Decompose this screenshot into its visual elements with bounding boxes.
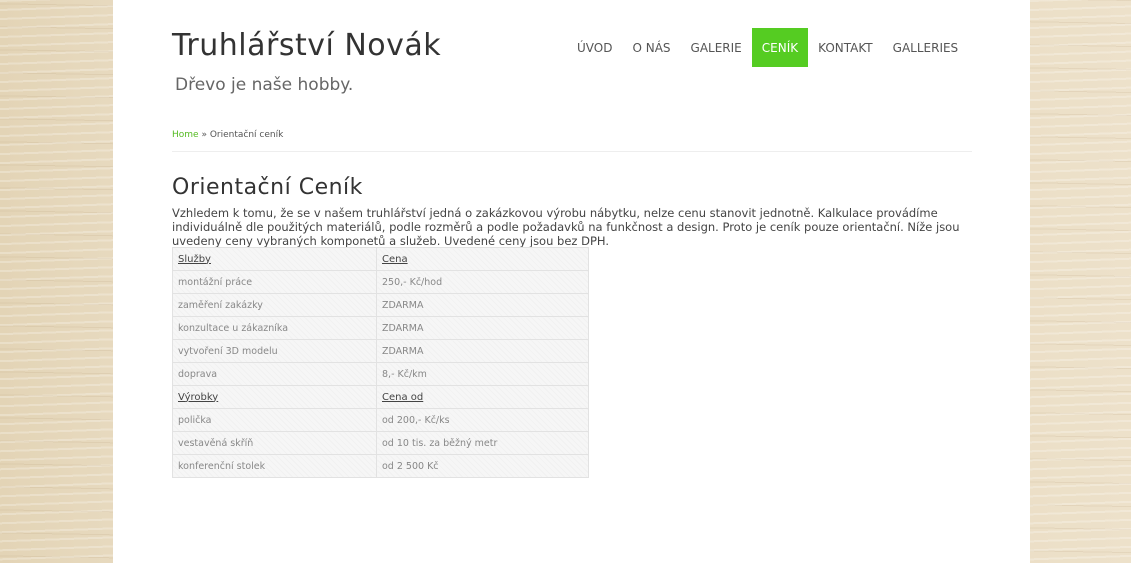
table-row: konferenční stolek od 2 500 Kč [172, 454, 589, 478]
item-name-cell: vytvoření 3D modelu [172, 339, 377, 363]
table-row: polička od 200,- Kč/ks [172, 408, 589, 432]
breadcrumb-separator: » [198, 130, 210, 140]
item-price-cell: ZDARMA [376, 316, 589, 340]
nav-item-o-nas[interactable]: O NÁS [622, 28, 680, 67]
table-row: montážní práce 250,- Kč/hod [172, 270, 589, 294]
item-price-cell: ZDARMA [376, 293, 589, 317]
site-title[interactable]: Truhlářství Novák [172, 28, 441, 63]
table-row: konzultace u zákazníka ZDARMA [172, 316, 589, 340]
nav-item-kontakt[interactable]: KONTAKT [808, 28, 883, 67]
breadcrumb: Home » Orientační ceník [172, 130, 283, 140]
item-name-cell: vestavěná skříň [172, 431, 377, 455]
item-name-cell: konzultace u zákazníka [172, 316, 377, 340]
item-price-cell: od 10 tis. za běžný metr [376, 431, 589, 455]
table-section-header: Služby Cena [172, 247, 589, 271]
item-name-cell: Výrobky [172, 385, 377, 409]
item-name-cell: konferenční stolek [172, 454, 377, 478]
breadcrumb-current: Orientační ceník [209, 130, 284, 140]
main-nav: ÚVOD O NÁS GALERIE CENÍK KONTAKT GALLERI… [567, 28, 968, 67]
item-price-cell: od 200,- Kč/ks [376, 408, 589, 432]
nav-item-galleries[interactable]: GALLERIES [883, 28, 969, 67]
divider [172, 151, 972, 152]
page-content: Truhlářství Novák Dřevo je naše hobby. Ú… [113, 0, 1030, 563]
nav-item-cenik[interactable]: CENÍK [751, 28, 809, 67]
nav-item-galerie[interactable]: GALERIE [681, 28, 752, 67]
item-price-cell: 8,- Kč/km [376, 362, 589, 386]
site-tagline: Dřevo je naše hobby. [175, 75, 354, 95]
item-price-cell: od 2 500 Kč [376, 454, 589, 478]
item-name-cell: Služby [172, 247, 377, 271]
page-title: Orientační Ceník [172, 174, 363, 200]
item-price-cell: Cena od [376, 385, 589, 409]
table-row: vestavěná skříň od 10 tis. za běžný metr [172, 431, 589, 455]
item-name-cell: montážní práce [172, 270, 377, 294]
breadcrumb-home-link[interactable]: Home [172, 130, 199, 140]
item-name-cell: polička [172, 408, 377, 432]
item-name-cell: zaměření zakázky [172, 293, 377, 317]
item-price-cell: 250,- Kč/hod [376, 270, 589, 294]
table-row: doprava 8,- Kč/km [172, 362, 589, 386]
nav-item-uvod[interactable]: ÚVOD [567, 28, 622, 67]
item-name-cell: doprava [172, 362, 377, 386]
table-section-header: Výrobky Cena od [172, 385, 589, 409]
item-price-cell: Cena [376, 247, 589, 271]
item-price-cell: ZDARMA [376, 339, 589, 363]
table-row: zaměření zakázky ZDARMA [172, 293, 589, 317]
price-table: Služby Cena montážní práce 250,- Kč/hod zamě… [172, 247, 589, 478]
table-row: vytvoření 3D modelu ZDARMA [172, 339, 589, 363]
intro-text: Vzhledem k tomu, že se v našem truhlářst… [172, 205, 960, 248]
